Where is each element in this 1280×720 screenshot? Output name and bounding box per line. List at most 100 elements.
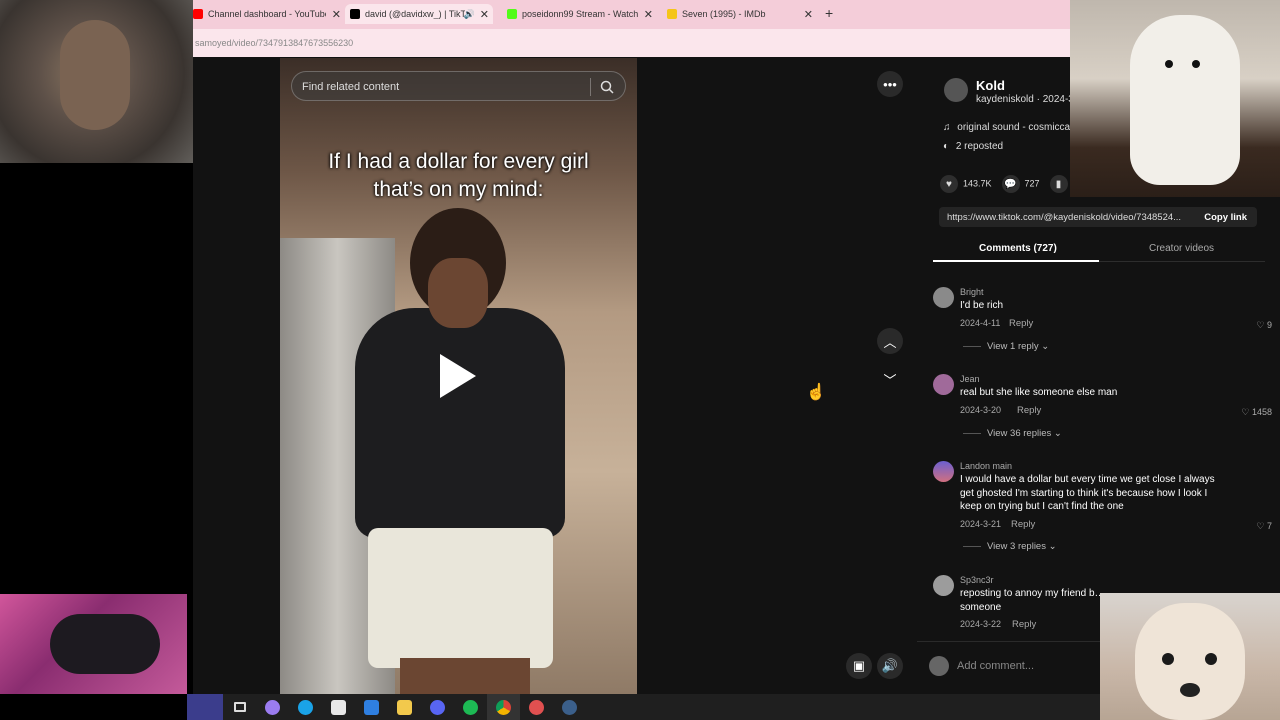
comment-avatar[interactable] [933, 461, 954, 482]
chrome-icon[interactable] [487, 694, 520, 720]
comment-username[interactable]: Bright [960, 287, 984, 297]
view-replies-button[interactable]: View 3 replies ⌄ [963, 541, 1057, 552]
steam-icon[interactable] [553, 694, 586, 720]
chevron-down-icon[interactable]: ﹀ [877, 366, 903, 392]
comment-avatar[interactable] [933, 374, 954, 395]
store-icon[interactable] [322, 694, 355, 720]
view-replies-label[interactable]: View 3 replies [987, 541, 1046, 552]
share-link-box: https://www.tiktok.com/@kaydeniskold/vid… [939, 207, 1257, 227]
reply-button[interactable]: Reply [1011, 519, 1035, 530]
author-name[interactable]: Kold [976, 78, 1005, 93]
cat-figure [50, 614, 160, 674]
close-icon[interactable]: ✕ [332, 8, 341, 21]
new-tab-button[interactable]: + [825, 5, 833, 21]
heart-icon[interactable]: ♥ [940, 175, 958, 193]
view-replies-label[interactable]: View 36 replies [987, 428, 1051, 439]
address-text[interactable]: samoyed/video/7347913847673556230 [195, 38, 353, 48]
comment-text: I'd be rich [960, 300, 1004, 311]
tab-tiktok[interactable]: david (@davidxw_) | TikTok 🔊 ✕ [345, 4, 493, 24]
video-scene-hoodie [355, 308, 565, 538]
add-comment-input[interactable]: Add comment... [957, 654, 1117, 678]
close-icon[interactable]: ✕ [644, 8, 653, 21]
bookmark-icon[interactable]: ▮ [1049, 175, 1068, 193]
comment-username[interactable]: Jean [960, 374, 980, 384]
volume-icon[interactable]: 🔊 [877, 653, 903, 679]
dog-eye [1192, 60, 1200, 68]
video-scene-shorts [368, 528, 553, 668]
active-tab-underline [933, 260, 1099, 262]
dog-face [1135, 603, 1245, 720]
sound-link[interactable]: ♫ original sound - cosmiccar [943, 122, 1073, 133]
repost-avatars-icon: ◐ [943, 141, 950, 152]
like-stat[interactable]: ♥ 143.7K [940, 175, 992, 193]
kick-icon [507, 9, 517, 19]
comment-avatar[interactable] [933, 287, 954, 308]
sound-label[interactable]: original sound - cosmiccar [957, 122, 1073, 133]
reply-button[interactable]: Reply [1017, 405, 1041, 416]
file-explorer-icon[interactable] [388, 694, 421, 720]
dog-eye [1205, 653, 1217, 665]
comment-item: Jean real but she like someone else man … [933, 374, 1278, 439]
tab-creator-videos[interactable]: Creator videos [1149, 243, 1214, 254]
taskbar [187, 694, 1100, 720]
hand-cursor-icon: ☝ [806, 384, 826, 401]
comment-item: Landon main I would have a dollar but ev… [933, 461, 1278, 553]
share-url[interactable]: https://www.tiktok.com/@kaydeniskold/vid… [947, 212, 1181, 223]
imdb-icon [667, 9, 677, 19]
tab-label: Channel dashboard - YouTube [208, 9, 326, 19]
comment-avatar[interactable] [933, 575, 954, 596]
comment-text: real but she like someone else man [960, 387, 1118, 398]
mail-icon[interactable] [355, 694, 388, 720]
dog-eye [1165, 60, 1173, 68]
view-replies-button[interactable]: View 1 reply ⌄ [963, 341, 1049, 352]
squirrel-figure [60, 20, 130, 130]
search-input[interactable]: Find related content [302, 81, 399, 93]
tab-comments[interactable]: Comments (727) [979, 243, 1057, 254]
tab-youtube[interactable]: Channel dashboard - YouTube ✕ [193, 4, 341, 24]
address-bar[interactable]: samoyed/video/7347913847673556230 [193, 29, 1070, 57]
engagement-stats: ♥ 143.7K 💬 727 ▮ [940, 175, 1073, 193]
comment-like[interactable]: ♡ 9 [1256, 320, 1272, 331]
task-view-icon[interactable] [223, 694, 256, 720]
close-icon[interactable]: ✕ [804, 8, 813, 21]
dog-eye [1162, 653, 1174, 665]
spotify-icon[interactable] [454, 694, 487, 720]
discord-icon[interactable] [421, 694, 454, 720]
dog-figure [1130, 15, 1240, 185]
comment-like[interactable]: ♡ 7 [1256, 521, 1272, 532]
music-note-icon: ♫ [943, 122, 951, 133]
view-replies-button[interactable]: View 36 replies ⌄ [963, 428, 1062, 439]
pip-icon[interactable]: ▣ [846, 653, 872, 679]
comment-text: I would have a dollar but every time we … [960, 474, 1215, 512]
view-replies-label[interactable]: View 1 reply [987, 341, 1039, 352]
close-icon[interactable]: ✕ [480, 8, 489, 21]
chevron-up-icon[interactable]: ︿ [877, 328, 903, 354]
webcam-squirrel [0, 0, 193, 163]
copilot-icon[interactable] [256, 694, 289, 720]
reply-button[interactable]: Reply [1012, 619, 1036, 630]
video-scene-face [428, 258, 488, 328]
comment-like[interactable]: ♡ 1458 [1241, 407, 1272, 418]
comment-username[interactable]: Landon main [960, 461, 1012, 471]
edge-icon[interactable] [289, 694, 322, 720]
webcam-dog [1070, 0, 1280, 197]
comment-username[interactable]: Sp3nc3r [960, 575, 994, 585]
tab-kick[interactable]: poseidonn99 Stream - Watch L ✕ [507, 4, 653, 24]
comment-stat[interactable]: 💬 727 [1001, 175, 1040, 193]
video-player[interactable]: If I had a dollar for every girl that’s … [280, 58, 637, 694]
start-widget-icon[interactable] [187, 694, 223, 720]
play-icon[interactable] [440, 354, 476, 398]
tab-label: david (@davidxw_) | TikTok [365, 9, 465, 19]
more-options-icon[interactable]: ••• [877, 71, 903, 97]
copy-link-button[interactable]: Copy link [1204, 212, 1247, 223]
comment-date: 2024-4-11 [960, 318, 1001, 328]
obs-icon[interactable] [520, 694, 553, 720]
reply-button[interactable]: Reply [1009, 318, 1033, 329]
search-icon[interactable] [599, 79, 615, 95]
author-avatar[interactable] [944, 78, 968, 102]
tab-imdb[interactable]: Seven (1995) - IMDb ✕ [667, 4, 813, 24]
speaker-icon[interactable]: 🔊 [464, 9, 475, 20]
author-handle-date[interactable]: kaydeniskold · 2024-3 [976, 94, 1074, 105]
comment-icon[interactable]: 💬 [1001, 175, 1020, 193]
related-search-bar[interactable]: Find related content [291, 71, 626, 101]
